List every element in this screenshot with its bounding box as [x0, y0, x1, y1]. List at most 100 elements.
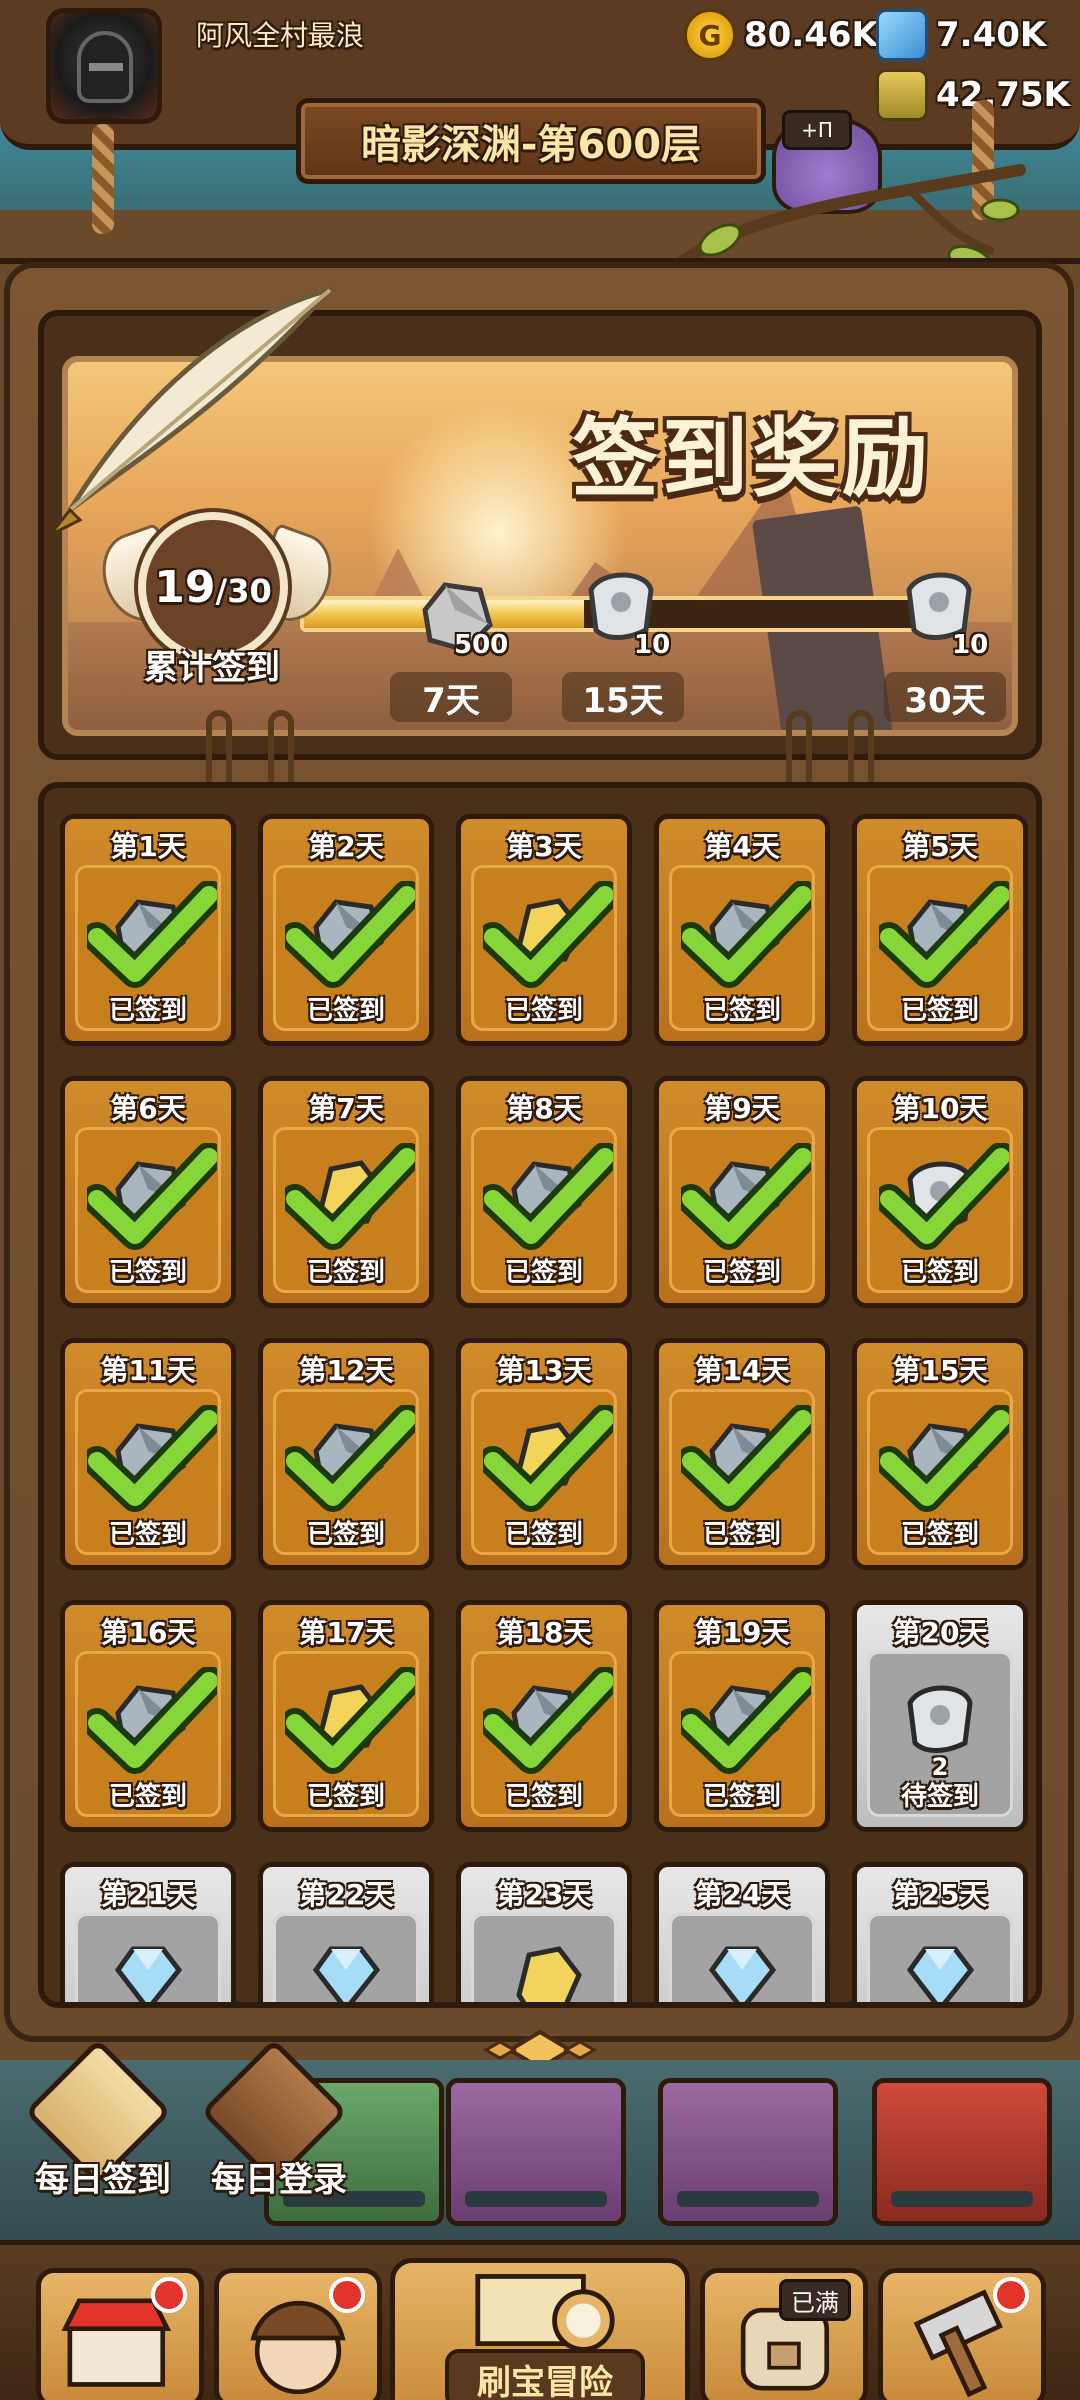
day-label: 第7天 — [308, 1092, 384, 1125]
status-checked: 已签到 — [504, 996, 583, 1026]
day-card[interactable]: 第2天 已签到 — [258, 814, 434, 1046]
checkmark-icon — [87, 881, 217, 988]
day-card[interactable]: 第1天 已签到 — [60, 814, 236, 1046]
day-label: 第4天 — [704, 830, 780, 863]
checkin-count: 19/30 — [154, 562, 271, 613]
day-label: 第20天 — [892, 1616, 988, 1649]
day-card[interactable]: 第22天 — [258, 1862, 434, 2002]
day-label: 第18天 — [496, 1616, 592, 1649]
day-card[interactable]: 第7天已签到 — [258, 1076, 434, 1308]
day-label: 第10天 — [892, 1092, 988, 1125]
day-label: 第6天 — [110, 1092, 186, 1125]
nav-center-label: 刷宝冒险 — [445, 2349, 645, 2400]
checkin-current: 19 — [154, 561, 216, 613]
notification-dot — [151, 2277, 187, 2313]
gold-resource[interactable]: G 80.46K — [684, 8, 878, 62]
day-label: 第8天 — [506, 1092, 582, 1125]
gem-icon — [708, 1946, 777, 2002]
nav-treasure-adventure[interactable]: 刷宝冒险 — [390, 2258, 690, 2400]
hanging-rope — [92, 124, 114, 234]
gem-resource[interactable]: 7.40K — [876, 8, 1046, 62]
status-checked: 已签到 — [702, 1520, 781, 1550]
nav-hero[interactable] — [214, 2268, 382, 2400]
gem-icon — [114, 1946, 183, 2002]
milestone-day: 30天 — [884, 672, 1006, 722]
day-card[interactable]: 第24天 — [654, 1862, 830, 2002]
milestone-day: 15天 — [562, 672, 684, 722]
hero-card-monkey[interactable] — [658, 2078, 838, 2226]
daily-checkin-button[interactable]: 每日签到 — [24, 2038, 172, 2220]
checkmark-icon — [879, 1405, 1009, 1512]
checkmark-icon — [681, 881, 811, 988]
checkmark-icon — [285, 1143, 415, 1250]
day-card[interactable]: 第25天 — [852, 1862, 1028, 2002]
day-card[interactable]: 第18天已签到 — [456, 1600, 632, 1832]
feather-quill-icon — [48, 285, 338, 537]
day-card[interactable]: 第15天已签到 — [852, 1338, 1028, 1570]
day-card[interactable]: 第6天 已签到 — [60, 1076, 236, 1308]
hero-bar — [891, 2191, 1033, 2207]
status-checked: 已签到 — [108, 1520, 187, 1550]
day-label: 第13天 — [496, 1354, 592, 1387]
day-card[interactable]: 第9天 已签到 — [654, 1076, 830, 1308]
checkmark-icon — [87, 1667, 217, 1774]
map-compass-icon — [475, 2274, 615, 2352]
status-checked: 已签到 — [504, 1782, 583, 1812]
gem-amount: 7.40K — [936, 15, 1047, 55]
daily-login-label: 每日登录 — [211, 2160, 347, 2200]
day-card[interactable]: 第3天已签到 — [456, 814, 632, 1046]
day-label: 第2天 — [308, 830, 384, 863]
day-label: 第21天 — [100, 1878, 196, 1911]
daily-login-button[interactable]: 每日登录 — [200, 2038, 348, 2220]
day-card[interactable]: 第16天已签到 — [60, 1600, 236, 1832]
hero-bar — [465, 2191, 607, 2207]
day-card[interactable]: 第17天 已签到 — [258, 1600, 434, 1832]
day-card[interactable]: 第13天已签到 — [456, 1338, 632, 1570]
day-card[interactable]: 第8天已签到 — [456, 1076, 632, 1308]
status-checked: 已签到 — [702, 996, 781, 1026]
day-label: 第19天 — [694, 1616, 790, 1649]
day-card[interactable]: 第11天 已签到 — [60, 1338, 236, 1570]
hero-card-warrior[interactable] — [872, 2078, 1052, 2226]
player-name: 阿风全村最浪 — [196, 19, 365, 52]
hero-card-demon[interactable] — [446, 2078, 626, 2226]
day-card[interactable]: 第4天已签到 — [654, 814, 830, 1046]
day-card[interactable]: 第5天 已签到 — [852, 814, 1028, 1046]
day-card[interactable]: 第12天 已签到 — [258, 1338, 434, 1570]
banner-title: 签到奖励 — [572, 409, 932, 509]
day-label: 第3天 — [506, 830, 582, 863]
checkmark-icon — [87, 1143, 217, 1250]
status-pending: 待签到 — [900, 1782, 979, 1812]
checkmark-icon — [87, 1405, 217, 1512]
nav-forge[interactable] — [878, 2268, 1046, 2400]
nav-shop[interactable] — [36, 2268, 204, 2400]
helmet-icon — [77, 31, 133, 103]
status-checked: 已签到 — [504, 1520, 583, 1550]
level-title: 暗影深渊-第600层 — [360, 122, 702, 168]
player-avatar[interactable] — [46, 8, 162, 124]
day-card[interactable]: 第10天 已签到 — [852, 1076, 1028, 1308]
day-label: 第15天 — [892, 1354, 988, 1387]
day-card[interactable]: 第19天已签到 — [654, 1600, 830, 1832]
scroll-icon — [907, 1685, 973, 1753]
gold-amount: 80.46K — [744, 15, 878, 55]
status-checked: 已签到 — [306, 1258, 385, 1288]
day-label: 第22天 — [298, 1878, 394, 1911]
checkin-grid-panel: 第1天 已签到 第2天 已签到 第3天 已签到 第4天 已签到 第5天 已签到 第6天 已签到 第7天已… — [38, 782, 1042, 2008]
day-label: 第16天 — [100, 1616, 196, 1649]
status-checked: 已签到 — [504, 1258, 583, 1288]
status-checked: 已签到 — [702, 1782, 781, 1812]
nav-backpack[interactable]: 已满 — [700, 2268, 868, 2400]
day-label: 第24天 — [694, 1878, 790, 1911]
checkmark-icon — [483, 881, 613, 988]
checkmark-icon — [681, 1405, 811, 1512]
day-card[interactable]: 第20天 2 待签到 — [852, 1600, 1028, 1832]
day-card[interactable]: 第21天 — [60, 1862, 236, 2002]
potion-amount: 42.75K — [936, 75, 1070, 115]
checkin-total: /30 — [215, 571, 272, 610]
status-checked: 已签到 — [900, 1520, 979, 1550]
day-card[interactable]: 第14天 已签到 — [654, 1338, 830, 1570]
checkmark-icon — [681, 1667, 811, 1774]
status-checked: 已签到 — [108, 1782, 187, 1812]
day-card[interactable]: 第23天 — [456, 1862, 632, 2002]
